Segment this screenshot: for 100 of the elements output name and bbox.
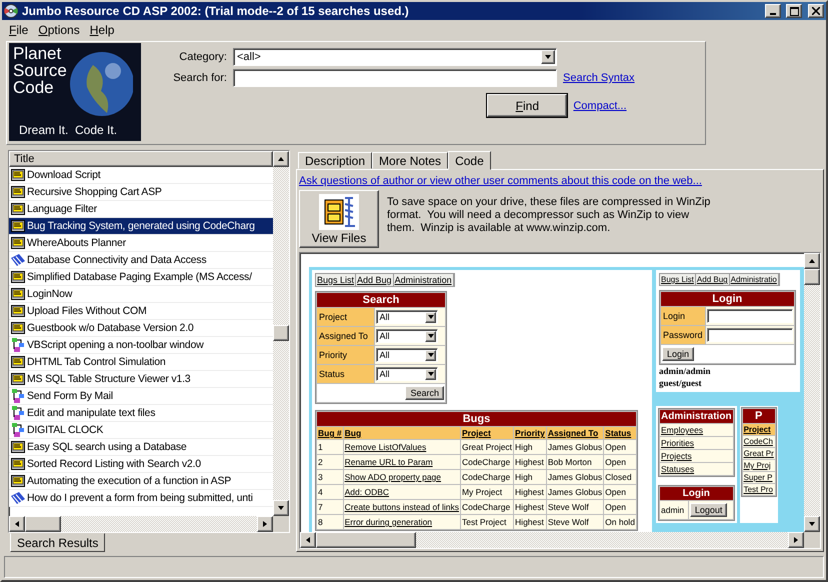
column-header[interactable]: Title xyxy=(9,151,273,167)
list-item[interactable]: DIGITAL CLOCK xyxy=(9,422,273,439)
list-item[interactable]: Upload Files Without COM xyxy=(9,303,273,320)
credential-hint: admin/admin xyxy=(659,365,712,377)
find-button[interactable]: Find xyxy=(487,94,568,117)
list-item[interactable]: DHTML Tab Control Simulation xyxy=(9,354,273,371)
menu-item[interactable]: Options xyxy=(33,22,85,36)
script-window-icon xyxy=(11,220,25,232)
tab[interactable]: Description xyxy=(298,152,372,169)
bug-link[interactable]: Show ADO property page xyxy=(344,470,460,484)
select-field[interactable]: All xyxy=(376,367,438,381)
admin-link[interactable]: Employees xyxy=(660,424,733,436)
menu-title: Administration xyxy=(660,410,733,423)
bug-link[interactable]: Add: ODBC xyxy=(344,485,460,499)
list-item[interactable]: Send Form By Mail xyxy=(9,388,273,405)
list-item[interactable]: Sorted Record Listing with Search v2.0 xyxy=(9,456,273,473)
project-link[interactable]: Test Pro xyxy=(742,484,775,495)
view-files-button[interactable]: View Files xyxy=(299,190,379,248)
horizontal-scrollbar[interactable] xyxy=(9,516,273,532)
bug-link[interactable]: Rename URL to Param xyxy=(344,455,460,469)
category-dropdown[interactable]: <all> xyxy=(233,48,557,66)
maximize-button[interactable] xyxy=(786,4,802,18)
field-label: Password xyxy=(661,326,705,344)
close-button[interactable] xyxy=(808,4,824,18)
list-item[interactable]: Guestbook w/o Database Version 2.0 xyxy=(9,320,273,337)
list-item[interactable]: Easy SQL search using a Database xyxy=(9,439,273,456)
list-item[interactable]: Language Filter xyxy=(9,201,273,218)
table-cell: 1 xyxy=(317,440,343,454)
horizontal-scrollbar[interactable] xyxy=(300,532,804,548)
project-link[interactable]: CodeCh xyxy=(742,436,775,447)
admin-link[interactable]: Statuses xyxy=(660,463,733,475)
list-item[interactable]: Database Connectivity and Data Access xyxy=(9,252,273,269)
column-header[interactable]: Assigned To xyxy=(546,427,604,439)
list-item[interactable]: LoginNow xyxy=(9,286,273,303)
list-item[interactable]: Bug Tracking System, generated using CodeCharg xyxy=(9,218,273,235)
column-header[interactable]: Bug xyxy=(344,427,460,439)
vertical-scrollbar[interactable] xyxy=(273,151,289,516)
input-field[interactable] xyxy=(706,309,793,323)
scrollbar-thumb[interactable] xyxy=(25,516,61,532)
tab[interactable]: More Notes xyxy=(372,152,448,169)
column-header[interactable]: Bug # xyxy=(317,427,343,439)
select-field[interactable]: All xyxy=(376,329,438,343)
minimize-button[interactable] xyxy=(765,4,781,18)
script-window-icon xyxy=(11,458,25,470)
project-link[interactable]: Great Pr xyxy=(742,448,775,459)
bug-link[interactable]: Remove ListOfValues xyxy=(344,440,460,454)
list-item[interactable]: VBScript opening a non-toolbar window xyxy=(9,337,273,354)
scroll-down-arrow-icon xyxy=(808,520,816,528)
search-syntax-link[interactable]: Search Syntax xyxy=(563,72,635,84)
input-field[interactable] xyxy=(706,328,793,342)
list-item[interactable]: Edit and manipulate text files xyxy=(9,405,273,422)
search-field[interactable] xyxy=(233,69,557,87)
scrollbar-thumb[interactable] xyxy=(804,269,820,285)
bug-link[interactable]: Create buttons instead of links xyxy=(344,500,460,514)
nav-link[interactable]: Administration xyxy=(394,274,454,286)
table-cell: High xyxy=(514,440,546,454)
column-header[interactable]: Project xyxy=(460,427,514,439)
nav-link[interactable]: Administratio xyxy=(730,274,779,285)
login-button[interactable]: Login xyxy=(662,347,694,361)
table-cell: 4 xyxy=(317,485,343,499)
tab[interactable]: Search Results xyxy=(10,533,106,552)
select-field[interactable]: All xyxy=(376,310,438,324)
list-item[interactable]: MS SQL Table Structure Viewer v1.3 xyxy=(9,371,273,388)
tab[interactable]: Code xyxy=(448,151,491,170)
list-item[interactable]: How do I prevent a form from being submitted, unti xyxy=(9,490,273,507)
nav-link[interactable]: Add Bug xyxy=(696,274,730,285)
nav-link[interactable]: Add Bug xyxy=(356,274,394,286)
search-button[interactable]: Search xyxy=(405,386,444,400)
admin-link[interactable]: Priorities xyxy=(660,437,733,449)
menu-item[interactable]: Help xyxy=(84,22,120,36)
column-header[interactable]: Project xyxy=(742,424,775,435)
table-cell: CodeCharge xyxy=(460,470,514,484)
list-item[interactable]: WhereAbouts Planner xyxy=(9,235,273,252)
scrollbar-thumb[interactable] xyxy=(273,325,289,341)
list-item[interactable]: Simplified Database Paging Example (MS Access/ xyxy=(9,269,273,286)
project-link[interactable]: Super P xyxy=(742,472,775,483)
logo-text: Source xyxy=(13,61,67,80)
list-item[interactable]: Download Script xyxy=(9,167,273,184)
compact-link[interactable]: Compact... xyxy=(573,100,627,112)
column-header[interactable]: Status xyxy=(604,427,636,439)
menu-item[interactable]: File xyxy=(4,22,34,36)
scrollbar-corner xyxy=(273,516,289,532)
scrollbar-thumb[interactable] xyxy=(316,532,416,548)
table-cell: 3 xyxy=(317,470,343,484)
admin-link[interactable]: Projects xyxy=(660,450,733,462)
table-cell: Test Project xyxy=(460,515,514,529)
user-name: admin xyxy=(660,501,688,519)
project-link[interactable]: My Proj xyxy=(742,460,775,471)
logout-button[interactable]: Logout xyxy=(690,503,728,517)
script-window-icon xyxy=(11,372,25,386)
list-item[interactable]: Recursive Shopping Cart ASP xyxy=(9,184,273,201)
web-comments-link[interactable]: Ask questions of author or view other user comments about this code on the web... xyxy=(299,175,821,187)
list-item[interactable]: Automating the execution of a function in ASP xyxy=(9,473,273,490)
table-cell: CodeCharge xyxy=(460,500,514,514)
column-header[interactable]: Priority xyxy=(514,427,546,439)
nav-link[interactable]: Bugs List xyxy=(316,274,356,286)
nav-link[interactable]: Bugs List xyxy=(660,274,696,285)
bug-link[interactable]: Error during generation xyxy=(344,515,460,529)
vertical-scrollbar[interactable] xyxy=(804,253,820,532)
select-field[interactable]: All xyxy=(376,348,438,362)
